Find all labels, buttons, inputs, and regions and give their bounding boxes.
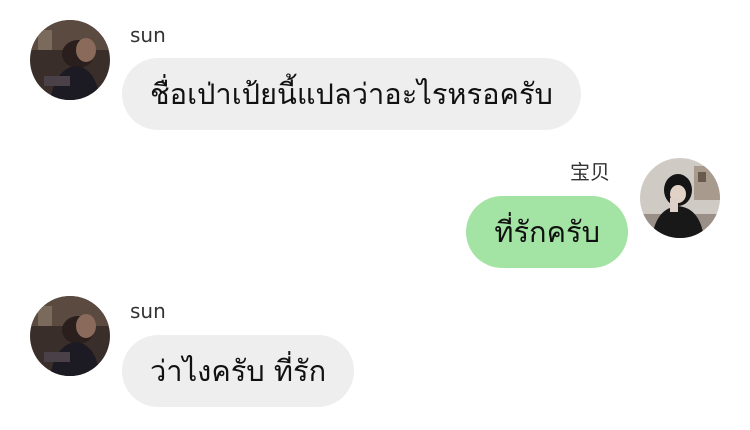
- message-text: ที่รักครับ: [494, 215, 600, 249]
- user-avatar-photo-icon: [30, 20, 110, 100]
- sender-name: sun: [130, 23, 166, 47]
- message-bubble[interactable]: ที่รักครับ: [466, 196, 628, 268]
- sender-name: sun: [130, 299, 166, 323]
- sender-avatar[interactable]: [30, 296, 110, 376]
- message-text: ชื่อเป่าเป้ยนี้แปลว่าอะไรหรอครับ: [150, 77, 553, 111]
- message-bubble[interactable]: ว่าไงครับ ที่รัก: [122, 335, 355, 407]
- message-bubble[interactable]: ชื่อเป่าเป้ยนี้แปลว่าอะไรหรอครับ: [122, 58, 581, 130]
- sender-avatar[interactable]: [640, 158, 720, 238]
- sender-name: 宝贝: [570, 160, 610, 184]
- message-text: ว่าไงครับ ที่รัก: [150, 354, 327, 388]
- user-avatar-photo-icon: [30, 296, 110, 376]
- user-avatar-photo-icon: [640, 158, 720, 238]
- sender-avatar[interactable]: [30, 20, 110, 100]
